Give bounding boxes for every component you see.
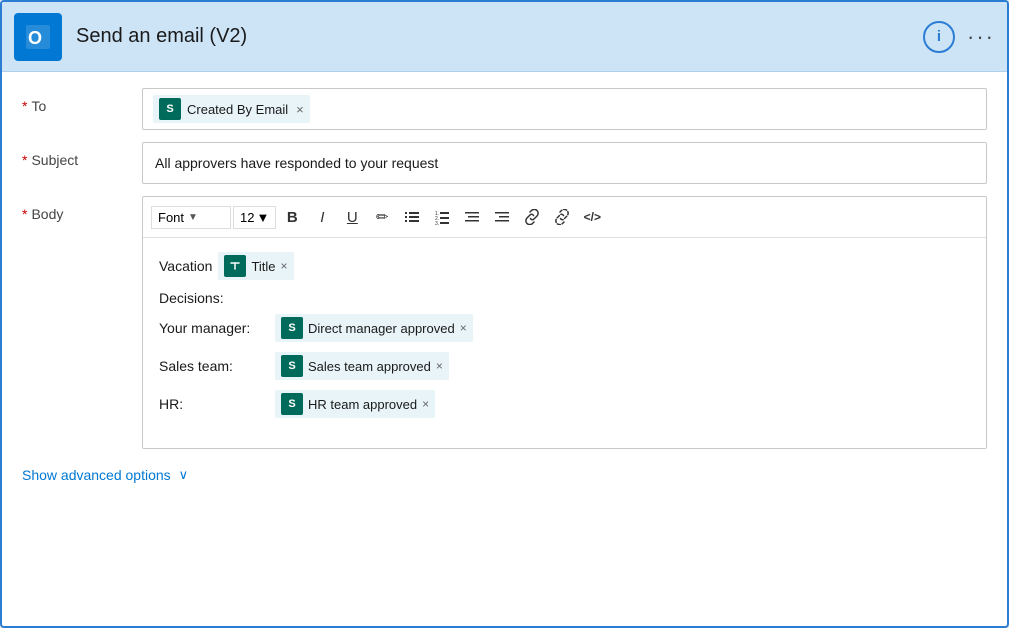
italic-button[interactable]: I bbox=[308, 203, 336, 231]
decision-tag-2: S HR team approved × bbox=[275, 390, 435, 418]
info-button[interactable]: i bbox=[923, 21, 955, 53]
subject-row: *Subject All approvers have responded to… bbox=[22, 142, 987, 184]
code-button[interactable]: </> bbox=[578, 203, 606, 231]
link-button[interactable] bbox=[518, 203, 546, 231]
indent-decrease-button[interactable] bbox=[458, 203, 486, 231]
decision-tag-0: S Direct manager approved × bbox=[275, 314, 473, 342]
subject-label: *Subject bbox=[22, 142, 142, 168]
decision-tag-icon-2: S bbox=[281, 393, 303, 415]
to-row: *To S Created By Email × bbox=[22, 88, 987, 130]
title-tag-icon bbox=[224, 255, 246, 277]
to-tag-icon: S bbox=[159, 98, 181, 120]
font-size-select[interactable]: 12 ▼ bbox=[233, 206, 276, 229]
bold-button[interactable]: B bbox=[278, 203, 306, 231]
card-content: *To S Created By Email × *Subject All a bbox=[2, 72, 1007, 503]
subject-value: All approvers have responded to your req… bbox=[155, 155, 438, 171]
show-advanced-chevron-icon: ∨ bbox=[179, 467, 189, 483]
show-advanced-options[interactable]: Show advanced options ∨ bbox=[22, 467, 987, 483]
font-size-value: 12 bbox=[240, 210, 254, 225]
editor-toolbar: Font ▼ 12 ▼ B I U ✏ bbox=[143, 197, 986, 238]
to-tag-label: Created By Email bbox=[187, 102, 288, 117]
required-star-to: * bbox=[22, 98, 27, 114]
font-size-chevron-icon: ▼ bbox=[256, 210, 269, 225]
svg-text:3.: 3. bbox=[435, 221, 439, 225]
body-label: *Body bbox=[22, 196, 142, 222]
decision-row-0: Your manager: S Direct manager approved … bbox=[159, 314, 970, 342]
decision-tag-text-0: Direct manager approved bbox=[308, 321, 455, 336]
body-row: *Body Font ▼ 12 ▼ B I bbox=[22, 196, 987, 449]
body-field: Font ▼ 12 ▼ B I U ✏ bbox=[142, 196, 987, 449]
unordered-list-button[interactable] bbox=[398, 203, 426, 231]
email-card: O Send an email (V2) i ··· *To S Created… bbox=[0, 0, 1009, 628]
decision-tag-icon-1: S bbox=[281, 355, 303, 377]
editor-area[interactable]: Vacation Title × bbox=[143, 238, 986, 448]
required-star-body: * bbox=[22, 206, 27, 222]
decisions-label: Decisions: bbox=[159, 290, 970, 306]
to-field[interactable]: S Created By Email × bbox=[142, 88, 987, 130]
decision-tag-text-1: Sales team approved bbox=[308, 359, 431, 374]
unlink-button[interactable] bbox=[548, 203, 576, 231]
decision-tag-close-2[interactable]: × bbox=[422, 397, 429, 411]
decision-tag-text-2: HR team approved bbox=[308, 397, 417, 412]
subject-field[interactable]: All approvers have responded to your req… bbox=[142, 142, 987, 184]
indent-increase-button[interactable] bbox=[488, 203, 516, 231]
more-options-button[interactable]: ··· bbox=[967, 24, 995, 50]
decision-label-2: HR: bbox=[159, 396, 269, 412]
title-tag-close[interactable]: × bbox=[281, 259, 288, 273]
vacation-text: Vacation bbox=[159, 258, 212, 274]
decision-label-0: Your manager: bbox=[159, 320, 269, 336]
header-actions: i ··· bbox=[923, 21, 995, 53]
outlook-icon: O bbox=[14, 13, 62, 61]
decision-row-1: Sales team: S Sales team approved × bbox=[159, 352, 970, 380]
font-select[interactable]: Font ▼ bbox=[151, 206, 231, 229]
decisions-block: Decisions: Your manager: S Direct manage… bbox=[159, 290, 970, 418]
to-tag: S Created By Email × bbox=[153, 95, 310, 123]
ordered-list-button[interactable]: 1. 2. 3. bbox=[428, 203, 456, 231]
title-tag: Title × bbox=[218, 252, 293, 280]
decision-tag-icon-0: S bbox=[281, 317, 303, 339]
font-chevron-icon: ▼ bbox=[188, 212, 198, 223]
decision-tag-close-0[interactable]: × bbox=[460, 321, 467, 335]
show-advanced-label: Show advanced options bbox=[22, 467, 171, 483]
title-tag-label: Title bbox=[251, 259, 275, 274]
decision-label-1: Sales team: bbox=[159, 358, 269, 374]
to-tag-close[interactable]: × bbox=[296, 102, 304, 117]
underline-button[interactable]: U bbox=[338, 203, 366, 231]
to-label: *To bbox=[22, 88, 142, 114]
card-header: O Send an email (V2) i ··· bbox=[2, 2, 1007, 72]
decision-tag-1: S Sales team approved × bbox=[275, 352, 449, 380]
header-title: Send an email (V2) bbox=[76, 25, 923, 48]
editor-line-1: Vacation Title × bbox=[159, 252, 970, 280]
decision-row-2: HR: S HR team approved × bbox=[159, 390, 970, 418]
required-star-subject: * bbox=[22, 152, 27, 168]
svg-text:O: O bbox=[28, 28, 42, 48]
decision-tag-close-1[interactable]: × bbox=[436, 359, 443, 373]
highlight-button[interactable]: ✏ bbox=[368, 203, 396, 231]
font-label: Font bbox=[158, 210, 184, 225]
